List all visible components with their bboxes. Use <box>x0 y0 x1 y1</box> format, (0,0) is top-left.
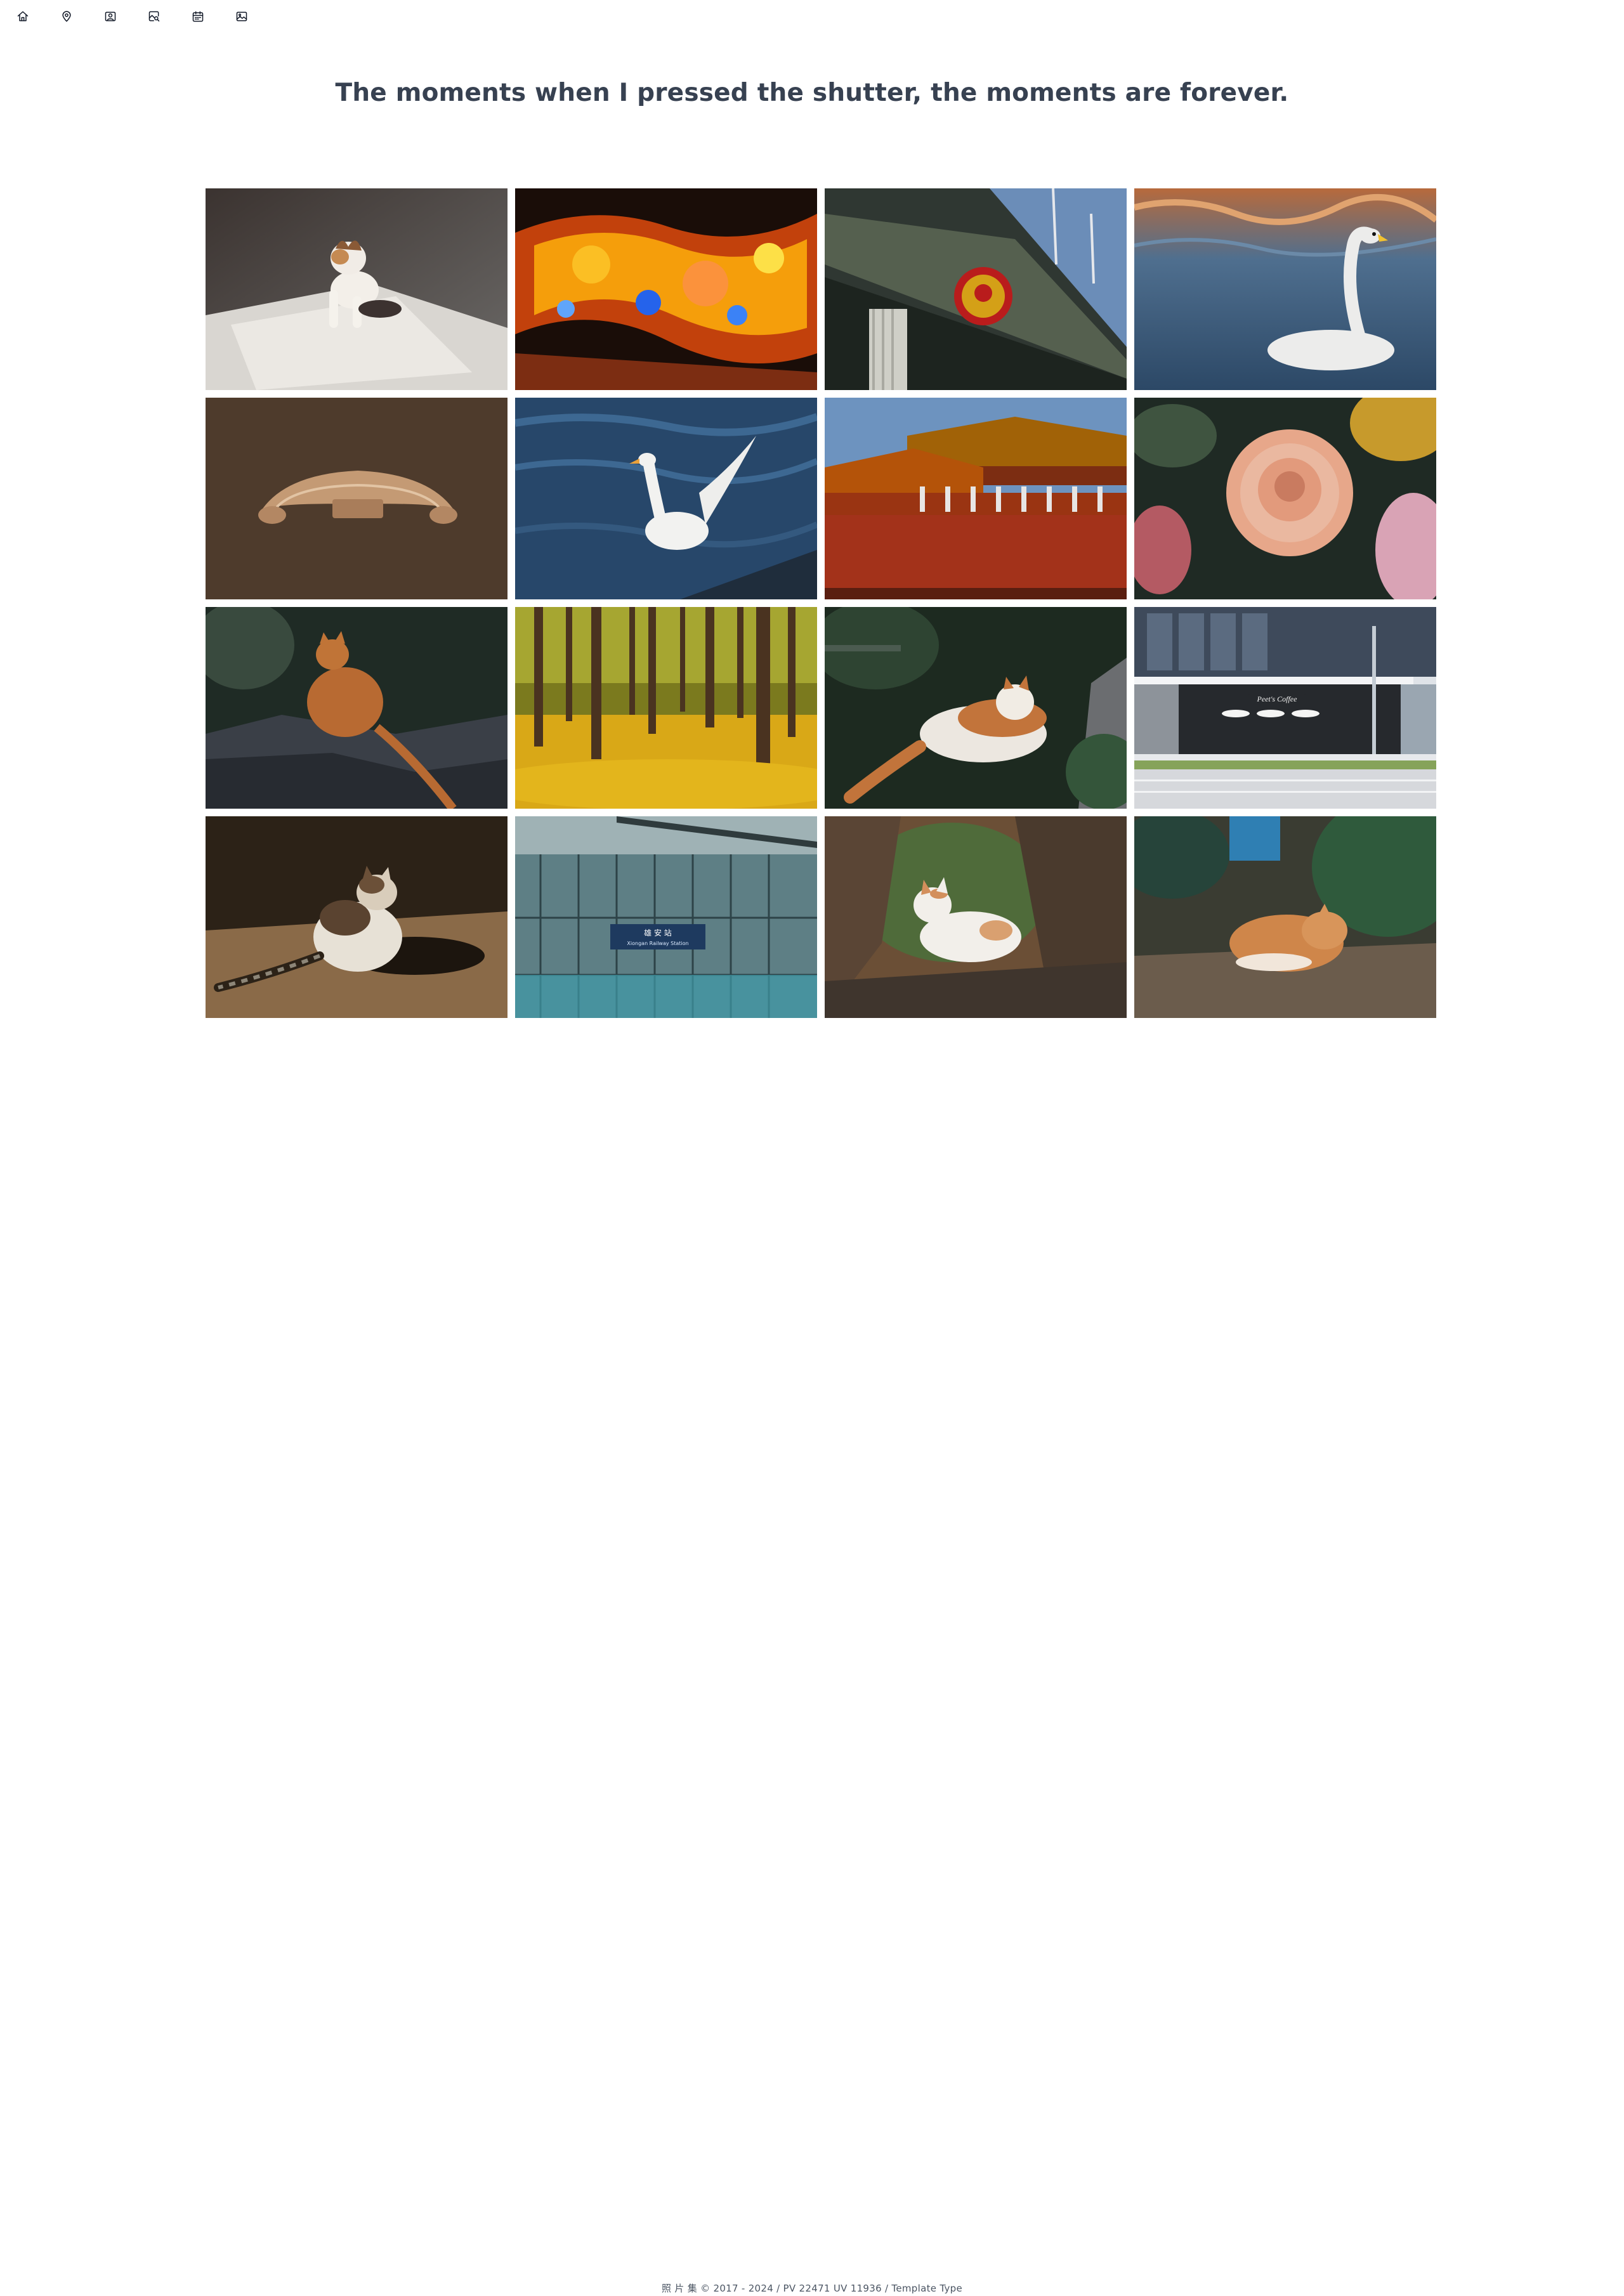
photo-kitten-on-mat[interactable] <box>206 188 508 390</box>
top-nav <box>15 8 249 25</box>
station-sign-line2: Xiongan Railway Station <box>627 941 688 946</box>
photo-calico-cat-dirt[interactable] <box>206 816 508 1018</box>
photo-white-goose[interactable] <box>515 398 817 599</box>
photo-station-wall[interactable]: 雄 安 站 Xiongan Railway Station <box>515 816 817 1018</box>
station-sign-line1: 雄 安 站 <box>644 928 672 937</box>
photo-national-emblem[interactable] <box>825 188 1127 390</box>
photo-carved-ornament[interactable] <box>206 398 508 599</box>
storefront-sign: Peet's Coffee <box>1257 695 1298 703</box>
map-pin-icon[interactable] <box>59 8 74 25</box>
photo-swan[interactable] <box>1134 188 1436 390</box>
photo-orange-cat-rocks[interactable] <box>206 607 508 809</box>
photo-gallery: Peet's Coffee 雄 安 站 Xiongan Railway Stat… <box>206 188 1436 1018</box>
photo-palace-gate[interactable] <box>825 398 1127 599</box>
photo-festival-lantern[interactable] <box>515 188 817 390</box>
home-icon[interactable] <box>15 8 30 25</box>
image-icon[interactable] <box>234 8 249 25</box>
photo-sleeping-cat[interactable] <box>1134 816 1436 1018</box>
image-search-icon[interactable] <box>147 8 162 25</box>
photo-ginkgo-forest[interactable] <box>515 607 817 809</box>
photo-chrysanthemum[interactable] <box>1134 398 1436 599</box>
photo-white-cat-rocks[interactable] <box>825 816 1127 1018</box>
photo-storefront[interactable]: Peet's Coffee <box>1134 607 1436 809</box>
page-title: The moments when I pressed the shutter, … <box>335 79 1289 107</box>
calendar-icon[interactable] <box>190 8 206 25</box>
photo-cat-in-plants[interactable] <box>825 607 1127 809</box>
footer: 照 片 集 © 2017 - 2024 / PV 22471 UV 11936 … <box>662 2283 962 2294</box>
portrait-icon[interactable] <box>103 8 118 25</box>
